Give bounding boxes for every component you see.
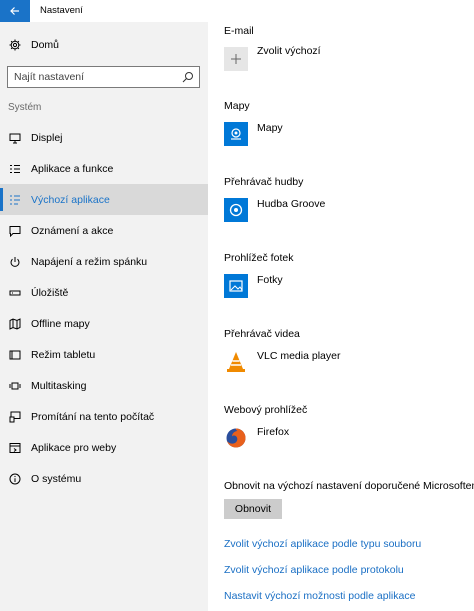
projecting-icon — [9, 411, 21, 422]
app-name: Fotky — [257, 274, 283, 286]
sidebar-item-tablet-mode[interactable]: Režim tabletu — [0, 339, 208, 370]
sidebar-item-label: Displej — [31, 131, 63, 144]
vlc-button[interactable]: VLC media player — [224, 350, 340, 374]
choose-by-protocol-link[interactable]: Zvolit výchozí aplikace podle protokolu — [224, 564, 404, 576]
groove-music-icon — [224, 198, 248, 222]
sidebar-item-label: Offline mapy — [31, 317, 90, 330]
photos-app-button[interactable]: Fotky — [224, 274, 293, 298]
plus-icon — [224, 47, 248, 71]
app-name: VLC media player — [257, 350, 341, 362]
set-defaults-by-app-link[interactable]: Nastavit výchozí možnosti podle aplikace — [224, 590, 415, 602]
sidebar: Domů Systém Displej Aplikace a funkce Vý… — [0, 22, 208, 611]
group-heading: Webový prohlížeč — [224, 404, 308, 416]
maps-app-icon — [224, 122, 248, 146]
info-icon — [9, 473, 21, 484]
home-label: Domů — [31, 39, 60, 51]
web-apps-icon — [9, 442, 21, 453]
tablet-icon — [9, 350, 21, 359]
group-heading: Mapy — [224, 100, 250, 112]
gear-icon — [9, 39, 21, 51]
nav-list: Displej Aplikace a funkce Výchozí aplika… — [0, 122, 208, 494]
reset-button[interactable]: Obnovit — [224, 499, 282, 519]
sidebar-item-storage[interactable]: Úložiště — [0, 277, 208, 308]
storage-icon — [9, 290, 21, 295]
sidebar-item-label: Režim tabletu — [31, 348, 96, 361]
section-label: Systém — [8, 102, 42, 113]
notification-icon — [9, 225, 21, 237]
back-button[interactable] — [0, 0, 30, 22]
sidebar-item-display[interactable]: Displej — [0, 122, 208, 153]
photo-viewer-group: Prohlížeč fotek Fotky — [224, 252, 293, 298]
sidebar-item-label: Promítání na tento počítač — [31, 410, 155, 423]
search-icon[interactable] — [182, 71, 194, 83]
sidebar-item-offline-maps[interactable]: Offline mapy — [0, 308, 208, 339]
power-icon — [10, 256, 20, 267]
app-name: Zvolit výchozí — [257, 45, 321, 57]
sidebar-item-label: O systému — [31, 472, 82, 485]
group-heading: Přehrávač hudby — [224, 176, 304, 188]
sidebar-item-label: Napájení a režim spánku — [31, 255, 148, 268]
sidebar-item-label: Výchozí aplikace — [31, 193, 110, 206]
web-browser-group: Webový prohlížeč Firefox — [224, 404, 307, 450]
sidebar-item-label: Aplikace pro weby — [31, 441, 117, 454]
sidebar-item-label: Aplikace a funkce — [31, 162, 114, 175]
group-heading: Přehrávač videa — [224, 328, 300, 340]
maps-group: Mapy Mapy — [224, 100, 283, 146]
active-indicator — [0, 188, 3, 211]
sidebar-item-power[interactable]: Napájení a režim spánku — [0, 246, 208, 277]
sidebar-item-default-apps[interactable]: Výchozí aplikace — [0, 184, 208, 215]
sidebar-item-label: Úložiště — [31, 286, 69, 299]
default-apps-icon — [10, 195, 20, 204]
group-heading: E-mail — [224, 25, 254, 37]
vlc-icon — [224, 350, 248, 374]
choose-by-file-type-link[interactable]: Zvolit výchozí aplikace podle typu soubo… — [224, 538, 421, 550]
sidebar-item-notifications[interactable]: Oznámení a akce — [0, 215, 208, 246]
app-name: Mapy — [257, 122, 283, 134]
map-icon — [9, 317, 21, 330]
app-name: Hudba Groove — [257, 198, 326, 210]
display-icon — [9, 133, 21, 143]
sidebar-item-label: Oznámení a akce — [31, 224, 114, 237]
reset-description: Obnovit na výchozí nastavení doporučené … — [224, 480, 474, 492]
groove-music-button[interactable]: Hudba Groove — [224, 198, 325, 222]
back-arrow-icon — [10, 7, 19, 15]
music-player-group: Přehrávač hudby Hudba Groove — [224, 176, 325, 222]
sidebar-item-about[interactable]: O systému — [0, 463, 208, 494]
title-bar: Nastavení — [0, 0, 474, 22]
window-title: Nastavení — [40, 5, 83, 16]
choose-default-email-button[interactable]: Zvolit výchozí — [224, 45, 321, 71]
group-heading: Prohlížeč fotek — [224, 252, 294, 264]
photos-app-icon — [224, 274, 248, 298]
video-player-group: Přehrávač videa VLC media player — [224, 328, 340, 374]
main-panel: E-mail Zvolit výchozí Mapy Mapy Přehráva… — [208, 22, 474, 611]
sidebar-item-multitasking[interactable]: Multitasking — [0, 370, 208, 401]
apps-list-icon — [10, 164, 20, 173]
email-group: E-mail Zvolit výchozí — [224, 25, 321, 71]
sidebar-item-web-apps[interactable]: Aplikace pro weby — [0, 432, 208, 463]
sidebar-item-apps-features[interactable]: Aplikace a funkce — [0, 153, 208, 184]
app-name: Firefox — [257, 426, 290, 438]
firefox-button[interactable]: Firefox — [224, 426, 307, 450]
home-button[interactable]: Domů — [0, 34, 208, 56]
search-input[interactable] — [8, 67, 178, 87]
firefox-icon — [224, 426, 248, 450]
sidebar-item-projecting[interactable]: Promítání na tento počítač — [0, 401, 208, 432]
maps-app-button[interactable]: Mapy — [224, 122, 283, 146]
sidebar-item-label: Multitasking — [31, 379, 87, 392]
multitasking-icon — [9, 382, 21, 389]
search-box[interactable] — [7, 66, 200, 88]
